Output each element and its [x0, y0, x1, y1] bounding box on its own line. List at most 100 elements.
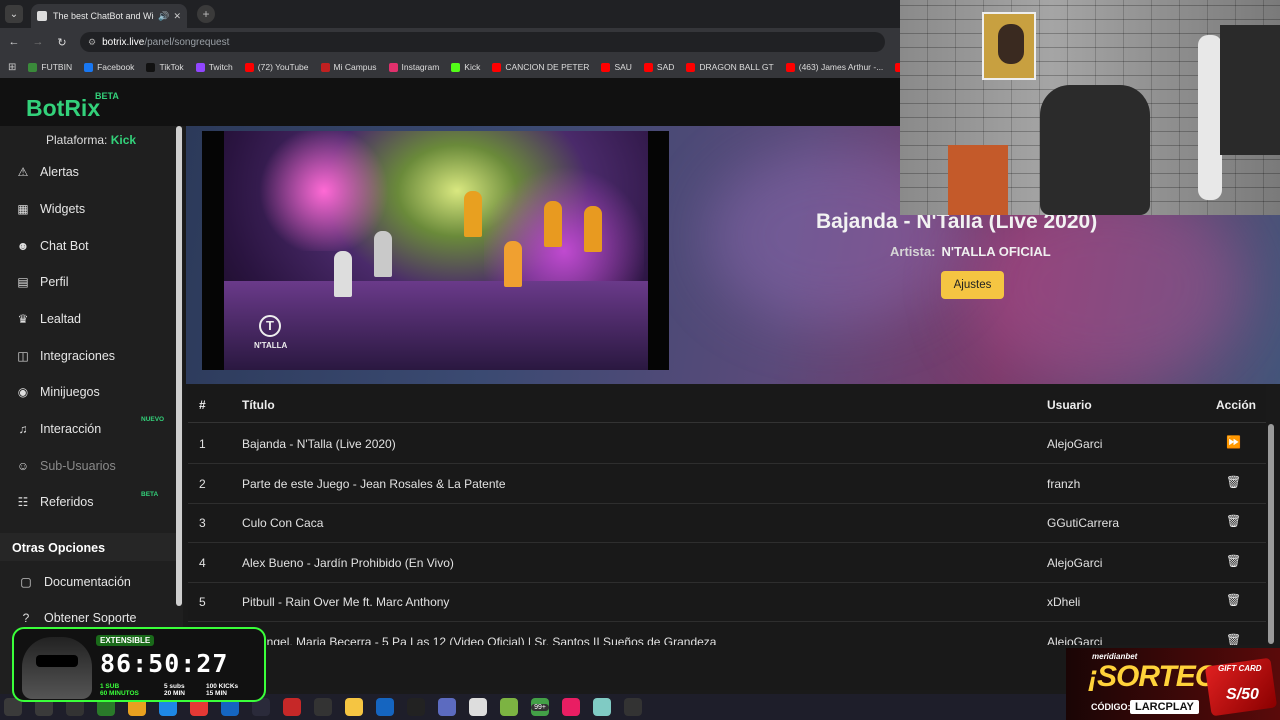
taskbar-app-icon[interactable] [283, 698, 301, 716]
new-tab-plus-icon[interactable]: + [197, 5, 215, 23]
timer-sub-rule: 1 SUB 60 MINUTOS [100, 683, 139, 697]
skip-icon[interactable]: ⏩ [1226, 435, 1241, 449]
bookmark-item[interactable]: CANCION DE PETER [492, 62, 589, 72]
trash-icon[interactable]: 🗑 [1226, 633, 1241, 646]
taskbar-app-icon[interactable] [593, 698, 611, 716]
site-info-icon[interactable]: ⚙ [88, 37, 96, 48]
sidebar-item-integraciones[interactable]: ◫ Integraciones [0, 341, 176, 371]
video-frame[interactable]: T N'TALLA [224, 131, 648, 370]
artist-label: Artista: [890, 244, 936, 259]
botrix-logo[interactable]: BotRix [26, 95, 100, 122]
speaker-icon[interactable]: 🔊 [158, 11, 169, 22]
sidebar-item-lealtad[interactable]: ♛ Lealtad [0, 304, 176, 334]
row-title: Culo Con Caca [242, 516, 324, 530]
trash-icon[interactable]: 🗑 [1226, 593, 1241, 607]
bookmark-item[interactable]: Kick [451, 62, 480, 72]
table-row[interactable]: 2 Parte de este Juego - Jean Rosales & La… [188, 464, 1266, 504]
otras-opciones-title: Otras Opciones [0, 533, 176, 561]
now-playing-artist: Artista: N'TALLA OFICIAL [890, 244, 1051, 259]
sidebar-item-chat-bot[interactable]: ☻ Chat Bot [0, 231, 176, 261]
bookmark-favicon-icon [686, 62, 696, 72]
header-num: # [199, 398, 206, 412]
sponsor-banner: meridianbet ¡SORTEO! CÓDIGO: LARCPLAY GI… [1066, 648, 1280, 720]
row-num: 3 [199, 516, 206, 530]
reload-icon[interactable]: ↻ [50, 36, 74, 49]
ajustes-button[interactable]: Ajustes [941, 271, 1004, 299]
bookmark-item[interactable]: Twitch [195, 62, 233, 72]
bookmark-item[interactable]: Instagram [388, 62, 439, 72]
apps-grid-icon[interactable]: ⊞ [8, 62, 16, 73]
taskbar-obs-icon[interactable] [314, 698, 332, 716]
taskbar-file-explorer-icon[interactable] [345, 698, 363, 716]
bookmark-label: DRAGON BALL GT [699, 62, 774, 72]
header-title: Título [242, 398, 275, 412]
bookmark-favicon-icon [451, 62, 461, 72]
bookmark-item[interactable]: Facebook [84, 62, 134, 72]
bookmark-item[interactable]: DRAGON BALL GT [686, 62, 774, 72]
wall-poster [982, 12, 1036, 80]
taskbar-app-icon[interactable] [624, 698, 642, 716]
sidebar-item-interaccion[interactable]: ♫ Interacción NUEVO [0, 414, 176, 444]
sidebar-item-otras-0[interactable]: ▢ Documentación [0, 567, 176, 597]
taskbar-whatsapp-icon[interactable]: 99+ [531, 698, 549, 716]
trash-icon[interactable]: 🗑 [1226, 475, 1241, 489]
perfil-icon: ▤ [17, 275, 29, 289]
tab-search-chevron-icon[interactable]: ⌄ [5, 5, 23, 23]
row-title: Bajanda - N'Talla (Live 2020) [242, 437, 396, 451]
platform-indicator: Plataforma: Kick [46, 133, 136, 147]
bookmark-item[interactable]: FUTBIN [28, 62, 72, 72]
sidebar-item-label: Alertas [40, 165, 79, 179]
back-arrow-icon[interactable]: ← [2, 36, 26, 48]
table-row[interactable]: 3 Culo Con Caca GGutiCarrera 🗑 [188, 503, 1266, 543]
taskbar-app-icon[interactable] [469, 698, 487, 716]
bookmark-favicon-icon [785, 62, 795, 72]
taskbar-app-icon[interactable] [407, 698, 425, 716]
sidebar-item-referidos[interactable]: ☷ Referidos BETA [0, 487, 176, 517]
forward-arrow-icon[interactable]: → [26, 36, 50, 48]
bookmark-item[interactable]: Mi Campus [320, 62, 377, 72]
bookmark-item[interactable]: SAU [601, 62, 632, 72]
close-tab-icon[interactable]: ✕ [173, 11, 181, 22]
address-host: botrix.live [102, 36, 145, 48]
bookmark-label: Facebook [97, 62, 135, 72]
performer [544, 201, 562, 247]
platform-label: Plataforma: [46, 133, 108, 147]
table-row[interactable]: 6Arcangel, Maria Becerra - 5 Pa Las 12 (… [188, 622, 1266, 646]
table-row[interactable]: 5 Pitbull - Rain Over Me ft. Marc Anthony… [188, 582, 1266, 622]
address-bar[interactable]: ⚙ botrix.live/panel/songrequest [80, 32, 885, 52]
bookmark-item[interactable]: SAD [643, 62, 674, 72]
alertas-icon: ⚠ [17, 165, 29, 179]
table-row[interactable]: 1 Bajanda - N'Talla (Live 2020) AlejoGarci… [188, 424, 1266, 464]
sidebar-item-sub-usuarios[interactable]: ☺ Sub-Usuarios [0, 451, 176, 481]
video-player[interactable]: T N'TALLA [202, 131, 669, 370]
sidebar-item-perfil[interactable]: ▤ Perfil [0, 267, 176, 297]
table-scrollbar[interactable] [1268, 424, 1274, 644]
browser-tabbar: ⌄ The best ChatBot and Widg 🔊 ✕ + [0, 0, 900, 28]
taskbar-app-icon[interactable] [500, 698, 518, 716]
row-user: franzh [1047, 476, 1081, 491]
sidebar-item-alertas[interactable]: ⚠ Alertas [0, 157, 176, 187]
bookmark-favicon-icon [388, 62, 398, 72]
trash-icon[interactable]: 🗑 [1226, 514, 1241, 528]
channel-logo-icon: T [259, 315, 281, 337]
bookmark-item[interactable]: (72) YouTube [244, 62, 309, 72]
timer-subs-rule: 5 subs 20 MIN [164, 683, 185, 697]
table-row[interactable]: 4 Alex Bueno - Jardín Prohibido (En Vivo)… [188, 543, 1266, 583]
sidebar-item-minijuegos[interactable]: ◉ Minijuegos [0, 377, 176, 407]
taskbar-discord-icon[interactable] [438, 698, 456, 716]
trash-icon[interactable]: 🗑 [1226, 554, 1241, 568]
sidebar-item-label: Chat Bot [40, 239, 89, 253]
content-bottom [186, 645, 1086, 690]
row-title: Parte de este Juego - Jean Rosales & La … [242, 476, 506, 491]
tab-title: The best ChatBot and Widg [53, 11, 155, 21]
bookmark-item[interactable]: (463) James Arthur -... [785, 62, 883, 72]
taskbar-app-icon[interactable] [562, 698, 580, 716]
sponsor-code-label: CÓDIGO: [1091, 702, 1131, 712]
sidebar-item-widgets[interactable]: ▦ Widgets [0, 194, 176, 224]
bookmark-label: CANCION DE PETER [505, 62, 590, 72]
taskbar-app-icon[interactable] [376, 698, 394, 716]
browser-tab[interactable]: The best ChatBot and Widg 🔊 ✕ [31, 4, 187, 28]
timer-kicks-rule: 100 KICKs 15 MIN [206, 683, 239, 697]
bookmark-item[interactable]: TikTok [146, 62, 184, 72]
sidebar-scrollbar[interactable] [176, 126, 182, 606]
